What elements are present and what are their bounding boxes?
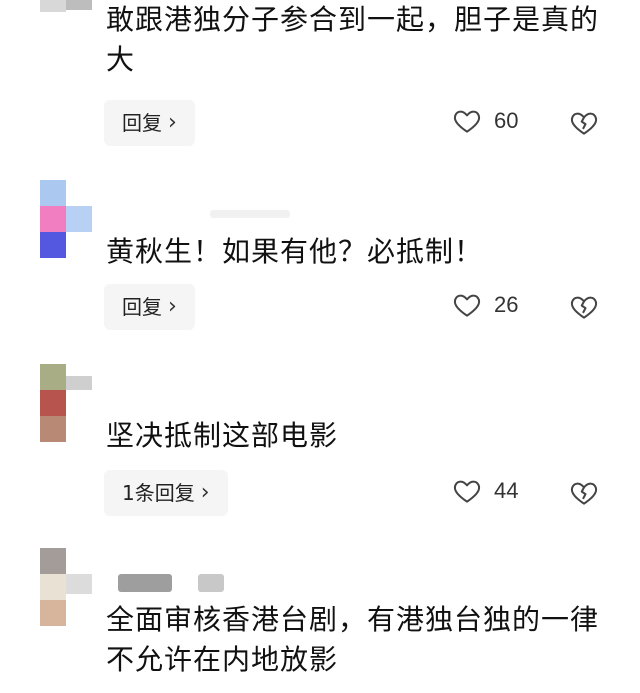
comment-text: 敢跟港独分子参合到一起，胆子是真的大 — [106, 3, 600, 76]
chevron-right-icon: › — [168, 110, 177, 135]
heart-icon — [453, 480, 481, 503]
like-button[interactable]: 60 — [452, 106, 518, 136]
reply-button[interactable]: 回复 › — [104, 100, 195, 146]
heart-icon — [453, 110, 481, 133]
comment-item: 坚决抵制这部电影 1条回复 › 44 — [0, 362, 640, 542]
chevron-right-icon: › — [168, 294, 177, 319]
avatar[interactable] — [40, 546, 92, 626]
reply-button[interactable]: 回复 › — [104, 284, 195, 330]
like-count: 26 — [494, 292, 519, 317]
username — [210, 210, 290, 218]
comment-text: 黄秋生！如果有他？必抵制！ — [106, 235, 484, 268]
avatar[interactable] — [40, 178, 92, 258]
broken-heart-icon[interactable] — [568, 292, 600, 322]
comment-item: 全面审核香港台剧，有港独台独的一律不允许在内地放影 — [0, 546, 640, 693]
comment-item: 敢跟港独分子参合到一起，胆子是真的大 回复 › 60 — [0, 0, 640, 170]
reply-label: 回复 — [122, 111, 162, 135]
broken-heart-icon[interactable] — [568, 108, 600, 138]
comment-text: 坚决抵制这部电影 — [106, 419, 339, 452]
heart-icon — [453, 294, 481, 317]
broken-heart-icon[interactable] — [568, 478, 600, 508]
avatar[interactable] — [40, 0, 92, 20]
username-extra — [198, 574, 224, 592]
like-button[interactable]: 44 — [452, 476, 518, 506]
comment-item: 黄秋生！如果有他？必抵制！ 回复 › 26 — [0, 178, 640, 358]
username — [118, 574, 172, 592]
like-button[interactable]: 26 — [452, 290, 518, 320]
avatar[interactable] — [40, 362, 92, 442]
reply-label: 1条回复 — [122, 481, 195, 505]
like-count: 60 — [494, 108, 519, 133]
reply-button[interactable]: 1条回复 › — [104, 470, 228, 516]
like-count: 44 — [494, 478, 519, 503]
comment-text: 全面审核香港台剧，有港独台独的一律不允许在内地放影 — [106, 603, 600, 676]
chevron-right-icon: › — [200, 480, 210, 505]
reply-label: 回复 — [122, 295, 162, 319]
